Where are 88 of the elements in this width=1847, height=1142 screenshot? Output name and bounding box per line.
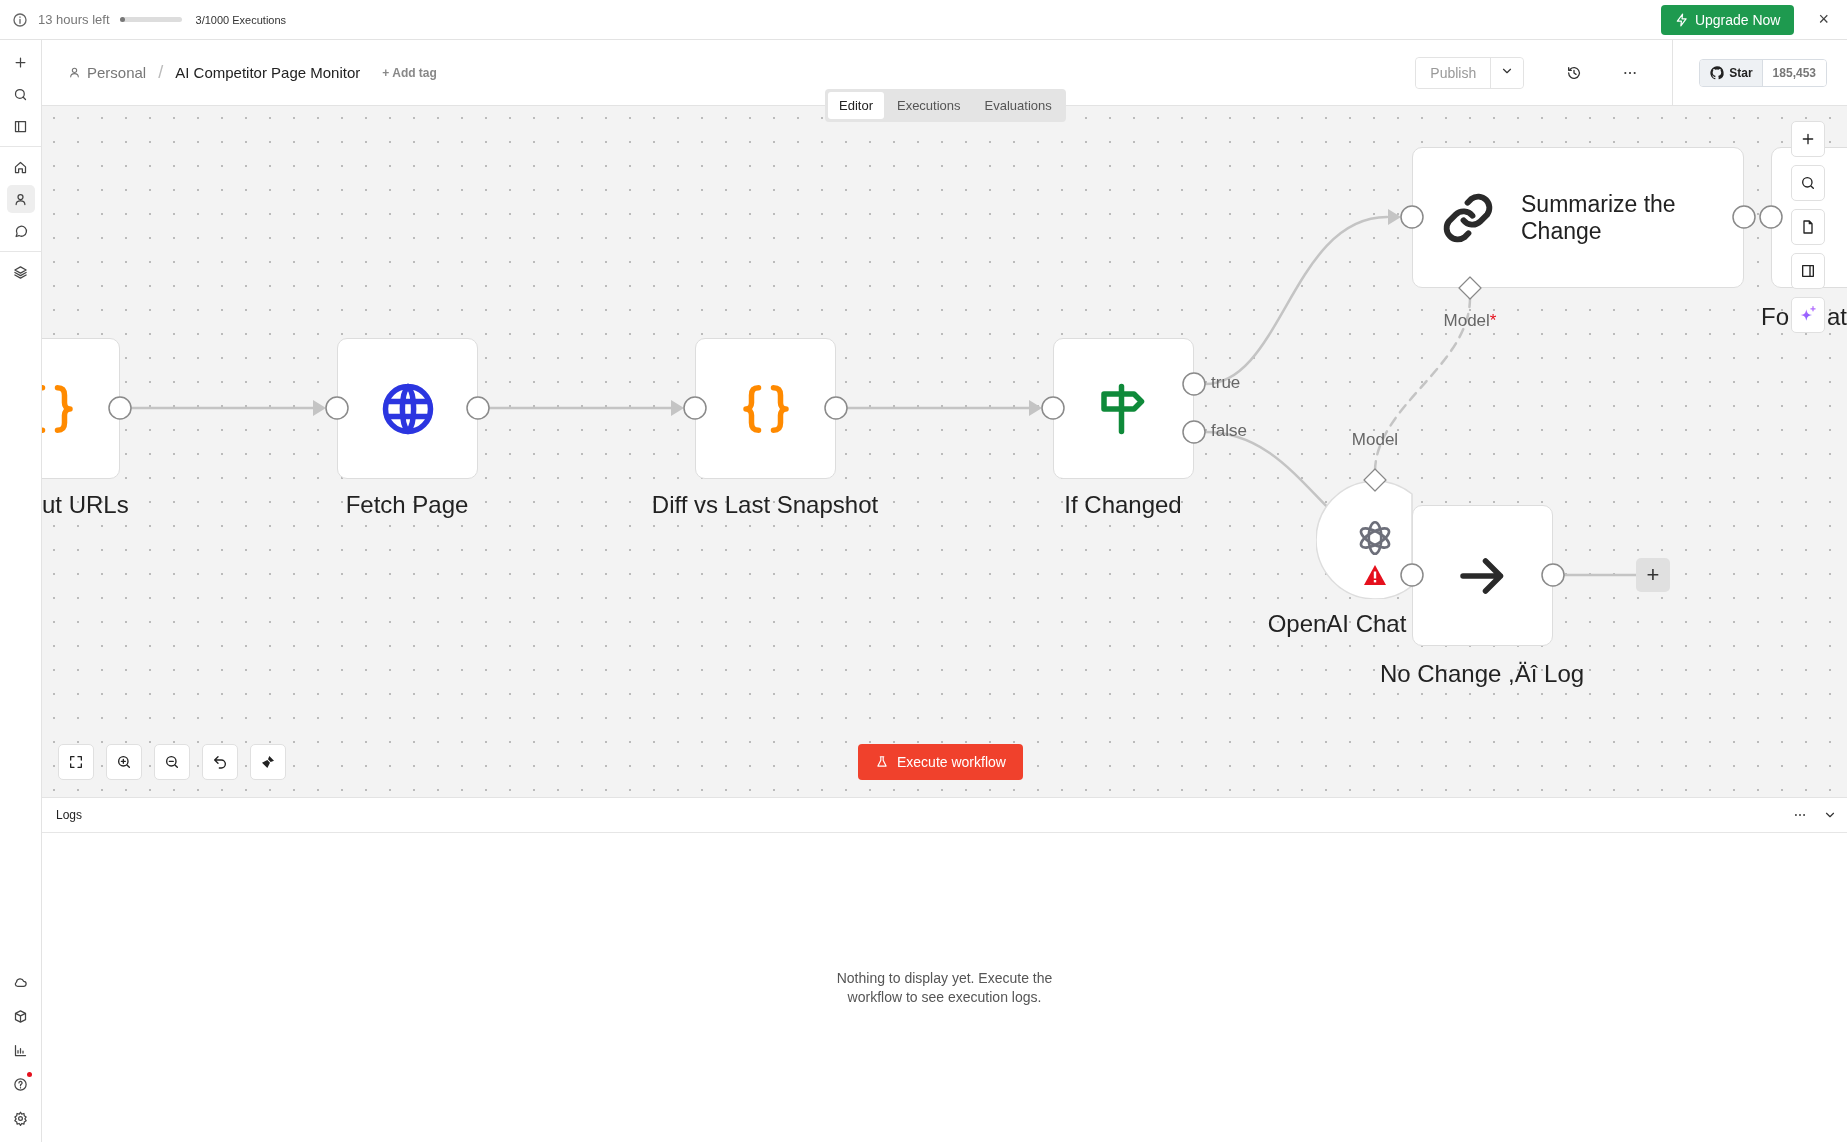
breadcrumb-separator: / (158, 62, 164, 83)
workflow-node[interactable]: Summarize the Change (1412, 147, 1744, 288)
node-label: No Change ,Äî Log (1379, 659, 1585, 689)
connector-port[interactable] (325, 396, 349, 420)
history-icon[interactable] (1566, 64, 1583, 81)
output-diamond[interactable] (1363, 468, 1387, 492)
input-diamond[interactable] (1458, 276, 1482, 300)
connector-port[interactable] (1182, 420, 1206, 444)
node-label: ut URLs (42, 490, 129, 520)
logs-title: Logs (56, 808, 83, 822)
connector-port[interactable] (466, 396, 490, 420)
document-icon (1800, 219, 1816, 235)
view-tab[interactable]: Executions (885, 92, 972, 119)
help-icon (13, 1076, 28, 1092)
home-icon (13, 159, 28, 175)
flask-icon (875, 755, 889, 769)
search-icon (13, 86, 28, 102)
connector-port[interactable] (1041, 396, 1065, 420)
zoom-in-icon (116, 754, 132, 770)
github-star-widget[interactable]: Star 185,453 (1699, 58, 1827, 87)
fit-view-icon (68, 754, 84, 770)
model-node[interactable] (1316, 481, 1413, 599)
fit-view-button[interactable] (58, 744, 94, 780)
zoom-in-button[interactable] (106, 744, 142, 780)
connector-port[interactable] (1759, 205, 1783, 229)
node-label: at (1827, 302, 1847, 332)
workflow-node[interactable] (1412, 505, 1553, 646)
zoom-out-icon (164, 754, 180, 770)
close-button[interactable]: × (1812, 9, 1835, 30)
cat-logo-icon (1709, 64, 1726, 81)
output-label: true (1211, 372, 1241, 394)
bolt-icon (1674, 12, 1689, 27)
person-icon (68, 66, 81, 79)
chart-icon (13, 1042, 28, 1058)
layers-icon (13, 264, 28, 280)
workflow-title[interactable]: AI Competitor Page Monitor (175, 64, 361, 81)
node-label: OpenAI Chat (1267, 609, 1407, 639)
node-label: Diff vs Last Snapshot (651, 490, 879, 520)
connector-port[interactable] (824, 396, 848, 420)
empty-logs-message: Nothing to display yet. Execute the workflow to see execution logs. (835, 968, 1054, 1007)
view-tab[interactable]: Editor (828, 92, 884, 119)
zoom-out-button[interactable] (154, 744, 190, 780)
workflow-node[interactable] (1053, 338, 1194, 479)
undo-button[interactable] (202, 744, 238, 780)
connector-port[interactable] (1732, 205, 1756, 229)
note-tool[interactable] (1791, 209, 1825, 245)
add-tag-link[interactable]: + Add tag (382, 65, 437, 80)
execute-workflow-button[interactable]: Execute workflow (858, 744, 1023, 780)
sidebar-item[interactable] (6, 185, 35, 213)
node-label: Fo (1761, 302, 1789, 332)
add-icon (13, 54, 28, 70)
trial-time-text: 13 hours left (38, 12, 110, 27)
search-tool[interactable] (1791, 165, 1825, 201)
add-node-button[interactable]: + (1636, 558, 1670, 592)
connector-port[interactable] (1400, 205, 1424, 229)
package-icon (13, 1008, 28, 1024)
sparkle-tool[interactable] (1791, 297, 1825, 333)
tidy-up-button[interactable] (250, 744, 286, 780)
panel-tool[interactable] (1791, 253, 1825, 289)
output-label: Model (1351, 429, 1399, 451)
workflow-node[interactable] (337, 338, 478, 479)
connector-port[interactable] (1541, 563, 1565, 587)
connector-port[interactable] (683, 396, 707, 420)
star-button[interactable]: Star (1700, 59, 1763, 86)
connector-port[interactable] (1182, 372, 1206, 396)
required-mark: * (1489, 311, 1497, 330)
input-label: Model* (1443, 310, 1497, 332)
add-node-tool[interactable] (1791, 121, 1825, 157)
node-label: If Changed (1064, 490, 1182, 520)
executions-count-text: 3/1000 Executions (195, 13, 287, 26)
project-link[interactable]: Personal (87, 64, 147, 81)
info-icon (12, 11, 28, 28)
chat-icon (13, 223, 28, 239)
node-title: Summarize the Change (1521, 191, 1677, 244)
workflow-node[interactable] (695, 338, 836, 479)
settings-icon (13, 1110, 28, 1126)
search-icon (1800, 175, 1816, 191)
upgrade-button[interactable]: Upgrade Now (1660, 4, 1795, 35)
user-icon (13, 191, 28, 207)
plus-icon (1800, 131, 1816, 147)
output-label: false (1211, 420, 1247, 442)
panel-icon (13, 118, 28, 134)
connector-port[interactable] (1400, 563, 1424, 587)
view-tab[interactable]: Evaluations (973, 92, 1063, 119)
node-label: Fetch Page (345, 490, 469, 520)
panel-icon (1800, 263, 1816, 279)
connector-port[interactable] (108, 396, 132, 420)
undo-icon (212, 754, 228, 770)
